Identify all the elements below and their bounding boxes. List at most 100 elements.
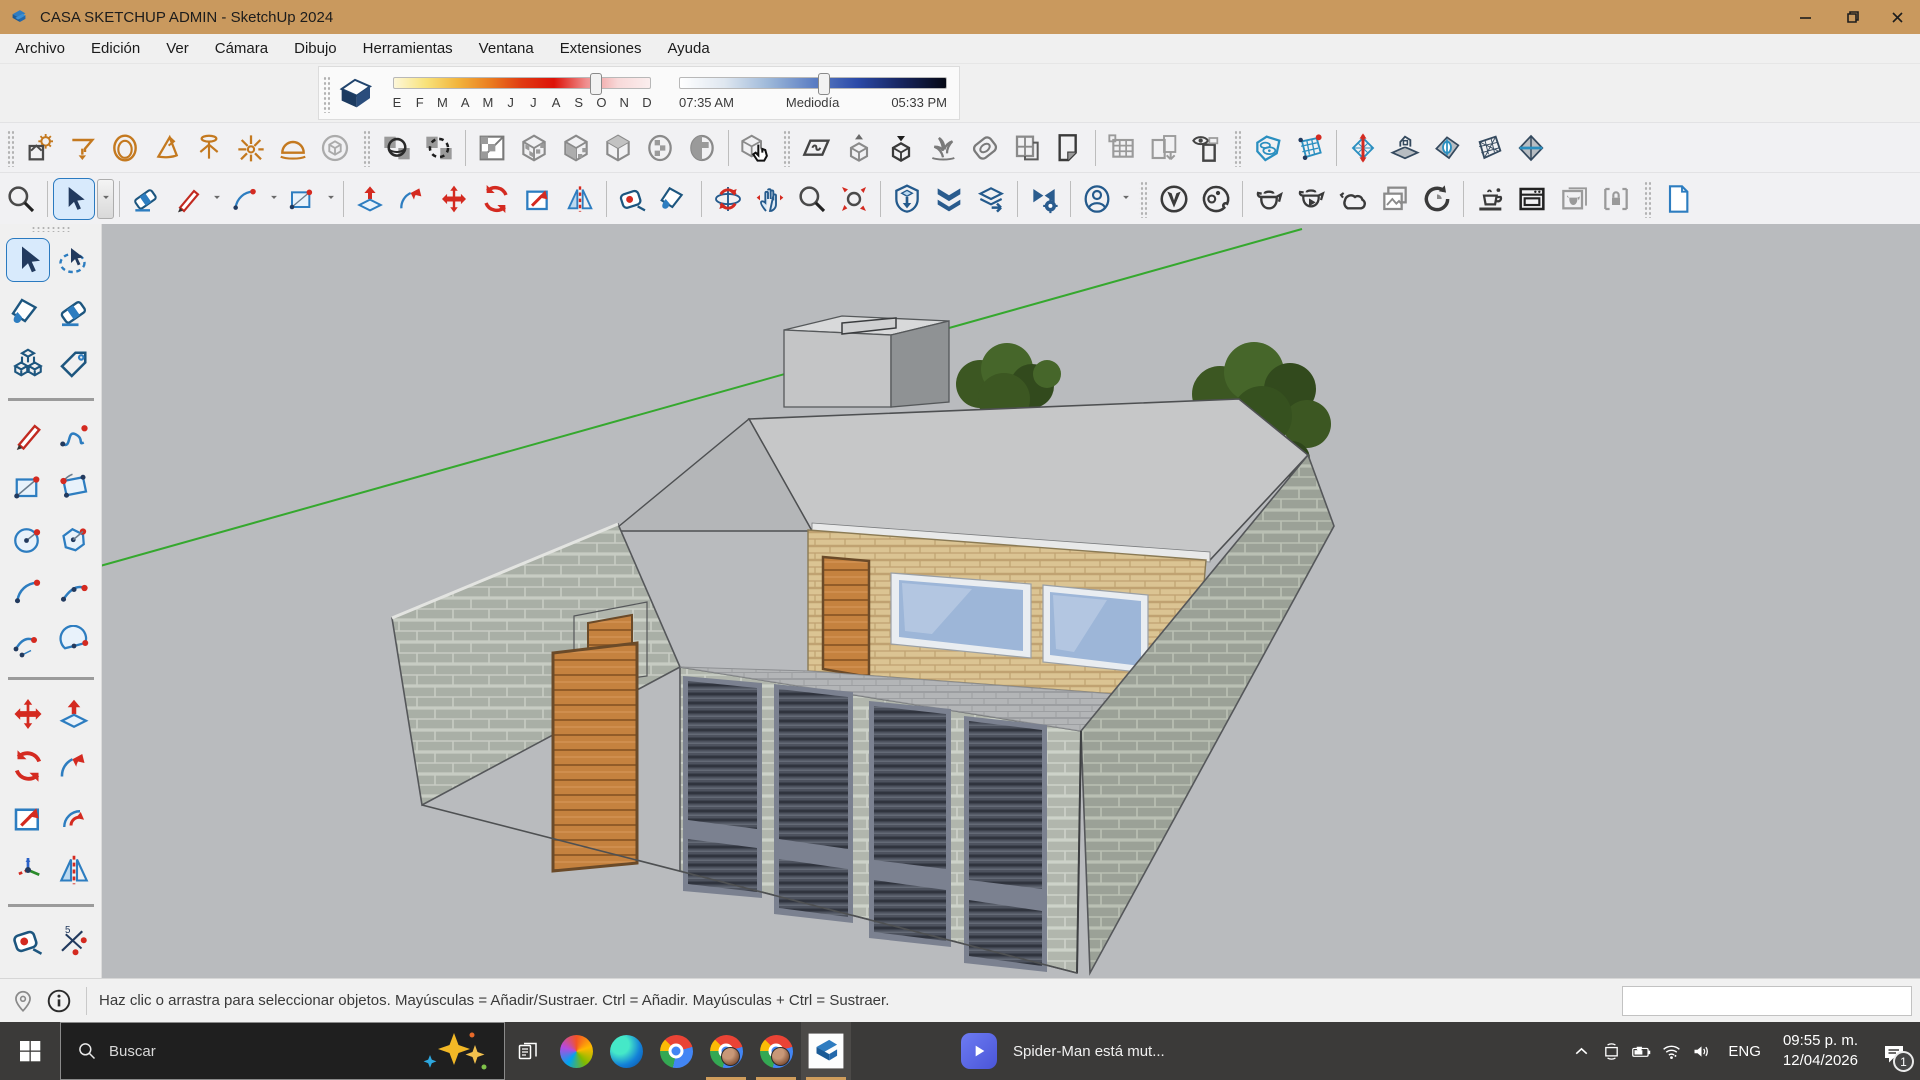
material-cube-a-button[interactable] bbox=[513, 127, 555, 169]
menu-item-dibujo[interactable]: Dibujo bbox=[281, 36, 350, 61]
maximize-button[interactable] bbox=[1828, 0, 1874, 34]
wifi-icon[interactable] bbox=[1656, 1022, 1686, 1080]
material-cube-b-button[interactable] bbox=[555, 127, 597, 169]
toolbar-grip[interactable] bbox=[782, 129, 790, 167]
language-indicator[interactable]: ENG bbox=[1716, 1043, 1773, 1060]
media-notification[interactable]: Spider-Man está mut... bbox=[961, 1022, 1248, 1080]
toolbar-grip[interactable] bbox=[362, 129, 370, 167]
paint-bucket-tool-button[interactable] bbox=[654, 178, 696, 220]
media-play-button[interactable] bbox=[961, 1033, 997, 1069]
vray-render-button[interactable] bbox=[1248, 178, 1290, 220]
toolbar-grip[interactable] bbox=[322, 75, 330, 113]
menu-item-archivo[interactable]: Archivo bbox=[2, 36, 78, 61]
fur-tool-button[interactable] bbox=[922, 127, 964, 169]
lasso-tool-button[interactable] bbox=[52, 238, 96, 282]
measurements-input[interactable] bbox=[1622, 986, 1912, 1016]
material-checker-button[interactable] bbox=[471, 127, 513, 169]
line-tool-button[interactable] bbox=[6, 413, 50, 457]
material-selection-button[interactable] bbox=[418, 127, 460, 169]
mesh-window-tool-button[interactable] bbox=[1006, 127, 1048, 169]
follow-me-tool-button[interactable] bbox=[52, 744, 96, 788]
toolbar-grip[interactable] bbox=[1139, 180, 1147, 218]
account-button-button[interactable] bbox=[1076, 178, 1118, 220]
dimensions-tool-button[interactable]: 5 bbox=[52, 919, 96, 963]
polygon-tool-button[interactable] bbox=[52, 517, 96, 561]
copilot-app[interactable] bbox=[551, 1022, 601, 1080]
arc-tool-button[interactable] bbox=[6, 569, 50, 613]
toolbar-grip[interactable] bbox=[6, 129, 14, 167]
line-tool-dropdown[interactable] bbox=[209, 178, 224, 220]
sandbox-smoove-button[interactable] bbox=[1342, 127, 1384, 169]
sandbox-from-scratch-button[interactable] bbox=[1289, 127, 1331, 169]
chevron-up-icon[interactable] bbox=[1566, 1022, 1596, 1080]
visibility-eye-tool-button[interactable] bbox=[1185, 127, 1227, 169]
two-point-arc-tool-button[interactable] bbox=[52, 569, 96, 613]
chrome-app[interactable] bbox=[651, 1022, 701, 1080]
extension-manager-button-button[interactable] bbox=[1023, 178, 1065, 220]
vray-lock-scene-button[interactable] bbox=[1595, 178, 1637, 220]
new-file-button-button[interactable] bbox=[1657, 178, 1699, 220]
orbit-tool-button[interactable] bbox=[707, 178, 749, 220]
sandbox-from-contours-button[interactable] bbox=[1247, 127, 1289, 169]
arc-tool-button[interactable] bbox=[224, 178, 266, 220]
move-tool-button[interactable] bbox=[433, 178, 475, 220]
light-window-tool-button[interactable] bbox=[20, 127, 62, 169]
vray-frame-buffer-button[interactable] bbox=[1374, 178, 1416, 220]
tag-tool-button[interactable] bbox=[52, 342, 96, 386]
zoom-tool-button[interactable] bbox=[791, 178, 833, 220]
search-tool-button[interactable] bbox=[0, 178, 42, 220]
arc-tool-dropdown[interactable] bbox=[266, 178, 281, 220]
eraser-tool-button[interactable] bbox=[125, 178, 167, 220]
title-bar[interactable]: CASA SKETCHUP ADMIN - SketchUp 2024 bbox=[0, 0, 1920, 34]
menu-item-edicion[interactable]: Edición bbox=[78, 36, 153, 61]
line-tool-button[interactable] bbox=[167, 178, 209, 220]
pan-tool-button[interactable] bbox=[749, 178, 791, 220]
vray-update-proxies-button[interactable] bbox=[1416, 178, 1458, 220]
zoom-extents-tool-button[interactable] bbox=[833, 178, 875, 220]
material-cube-c-button[interactable] bbox=[597, 127, 639, 169]
tape-measure-tool-button[interactable] bbox=[612, 178, 654, 220]
edge-app[interactable] bbox=[601, 1022, 651, 1080]
vray-batch-render-button[interactable] bbox=[1553, 178, 1595, 220]
push-pull-tool-button[interactable] bbox=[52, 692, 96, 736]
circle-tool-button[interactable] bbox=[6, 517, 50, 561]
taskbar-search[interactable] bbox=[60, 1022, 505, 1080]
geolocation-icon[interactable] bbox=[10, 988, 36, 1014]
select-tool-dropdown[interactable] bbox=[97, 179, 114, 219]
components-tool-button[interactable] bbox=[6, 342, 50, 386]
toggle-shadows-icon[interactable] bbox=[335, 74, 375, 114]
toolbar-grip[interactable] bbox=[1643, 180, 1651, 218]
rectangle-tool-button[interactable] bbox=[6, 465, 50, 509]
menu-item-ayuda[interactable]: Ayuda bbox=[654, 36, 722, 61]
tape-measure-tool-button[interactable] bbox=[6, 919, 50, 963]
grid-panel-tool-button[interactable] bbox=[1101, 127, 1143, 169]
pie-tool-button[interactable] bbox=[52, 621, 96, 665]
vray-vfb-window-button[interactable] bbox=[1511, 178, 1553, 220]
menu-item-herramientas[interactable]: Herramientas bbox=[350, 36, 466, 61]
rotate-tool-button[interactable] bbox=[475, 178, 517, 220]
toolbar-grip[interactable] bbox=[1233, 129, 1241, 167]
menu-item-extensiones[interactable]: Extensiones bbox=[547, 36, 655, 61]
material-sphere-half-button[interactable] bbox=[681, 127, 723, 169]
viewport-canvas[interactable] bbox=[102, 224, 1920, 978]
paint-bucket-tool-button[interactable] bbox=[6, 290, 50, 334]
vray-asset-editor-button[interactable] bbox=[1153, 178, 1195, 220]
chrome-profile-app-2[interactable] bbox=[751, 1022, 801, 1080]
minimize-button[interactable] bbox=[1782, 0, 1828, 34]
warehouse-3d-button-button[interactable] bbox=[886, 178, 928, 220]
sphere-light-tool-button[interactable] bbox=[314, 127, 356, 169]
scale-tool-button[interactable] bbox=[517, 178, 559, 220]
battery-icon[interactable] bbox=[1626, 1022, 1656, 1080]
dome-light-tool-button[interactable] bbox=[272, 127, 314, 169]
account-button-dropdown[interactable] bbox=[1118, 178, 1133, 220]
trimble-connect-button-button[interactable] bbox=[928, 178, 970, 220]
proxy-export-tool-button[interactable] bbox=[880, 127, 922, 169]
close-button[interactable] bbox=[1874, 0, 1920, 34]
chrome-profile-app-1[interactable] bbox=[701, 1022, 751, 1080]
axes-tool-button[interactable] bbox=[6, 848, 50, 892]
info-icon[interactable] bbox=[46, 988, 72, 1014]
follow-me-tool-button[interactable] bbox=[391, 178, 433, 220]
vray-chaos-cloud-button[interactable] bbox=[1332, 178, 1374, 220]
light-stand-tool-button[interactable] bbox=[188, 127, 230, 169]
omni-light-tool-button[interactable] bbox=[104, 127, 146, 169]
